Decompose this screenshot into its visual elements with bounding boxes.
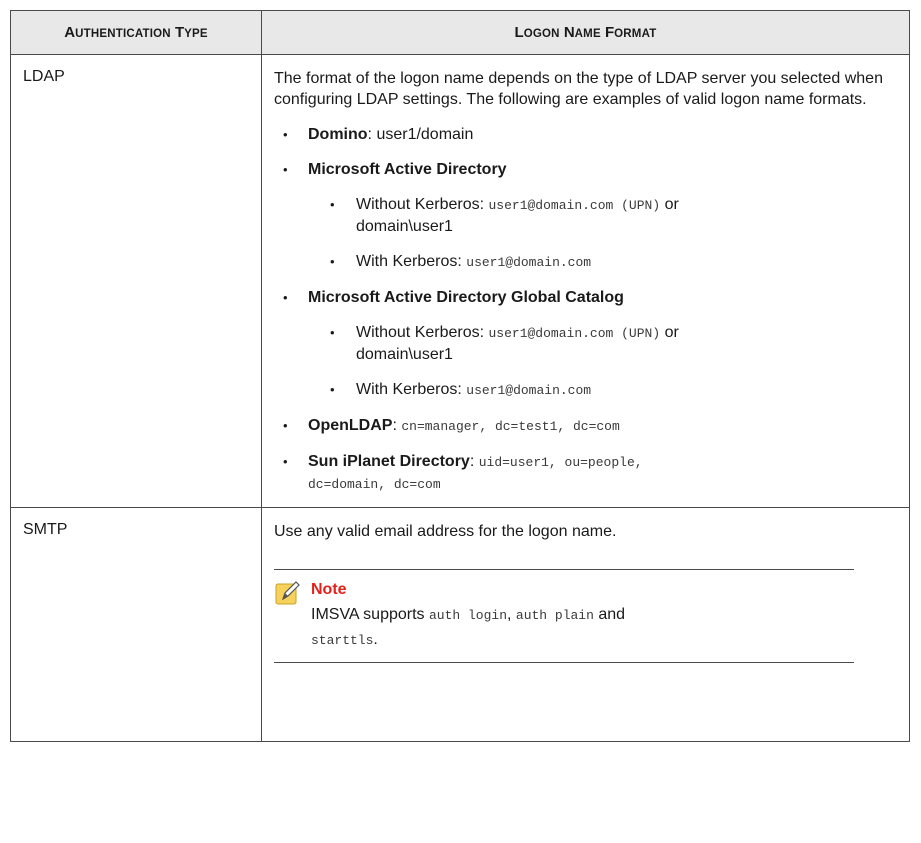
bullet: • — [283, 127, 288, 142]
smtp-text: Use any valid email address for the logo… — [274, 523, 617, 540]
sub-list-item: • Without Kerberos: user1@domain.com (UP… — [330, 324, 679, 363]
list-item: • OpenLDAP: cn=manager, dc=test1, dc=com — [283, 417, 620, 434]
sub-list-item: • With Kerberos: user1@domain.com — [330, 381, 592, 398]
table-row: SMTP Use any valid email address for the… — [10, 507, 910, 742]
bullet: • — [330, 197, 335, 212]
ldap-intro: The format of the logon name depends on … — [274, 70, 883, 108]
table-row: LDAP The format of the logon name depend… — [10, 54, 910, 508]
bullet: • — [330, 325, 335, 340]
bullet: • — [283, 290, 288, 305]
sub-list-item: • With Kerberos: user1@domain.com — [330, 253, 592, 270]
list-item: • Microsoft Active Directory — [283, 161, 507, 178]
bullet: • — [330, 382, 335, 397]
note-title: Note — [311, 581, 347, 598]
ldap-format-cell: The format of the logon name depends on … — [261, 54, 910, 508]
header-authentication-type: AUTHENTICATION TYPE — [10, 10, 262, 55]
auth-type-ldap: LDAP — [10, 54, 262, 508]
bullet: • — [283, 162, 288, 177]
bullet: • — [283, 418, 288, 433]
sub-list-item: • Without Kerberos: user1@domain.com (UP… — [330, 196, 679, 235]
table-header-row: AUTHENTICATION TYPE LOGON NAME FORMAT — [10, 10, 910, 55]
auth-type-smtp: SMTP — [10, 507, 262, 742]
header-logon-name-format: LOGON NAME FORMAT — [261, 10, 910, 55]
note-body: IMSVA supports auth login, auth plain an… — [311, 606, 626, 648]
note-pencil-icon — [275, 581, 300, 605]
list-item: • Microsoft Active Directory Global Cata… — [283, 289, 624, 306]
list-item: • Domino: user1/domain — [283, 126, 474, 143]
smtp-format-cell: Use any valid email address for the logo… — [261, 507, 910, 742]
logon-format-table: AUTHENTICATION TYPE LOGON NAME FORMAT LD… — [10, 10, 910, 742]
note-box: Note IMSVA supports auth login, auth pla… — [274, 569, 854, 663]
bullet: • — [283, 454, 288, 469]
list-item: • Sun iPlanet Directory: uid=user1, ou=p… — [283, 453, 643, 492]
bullet: • — [330, 254, 335, 269]
